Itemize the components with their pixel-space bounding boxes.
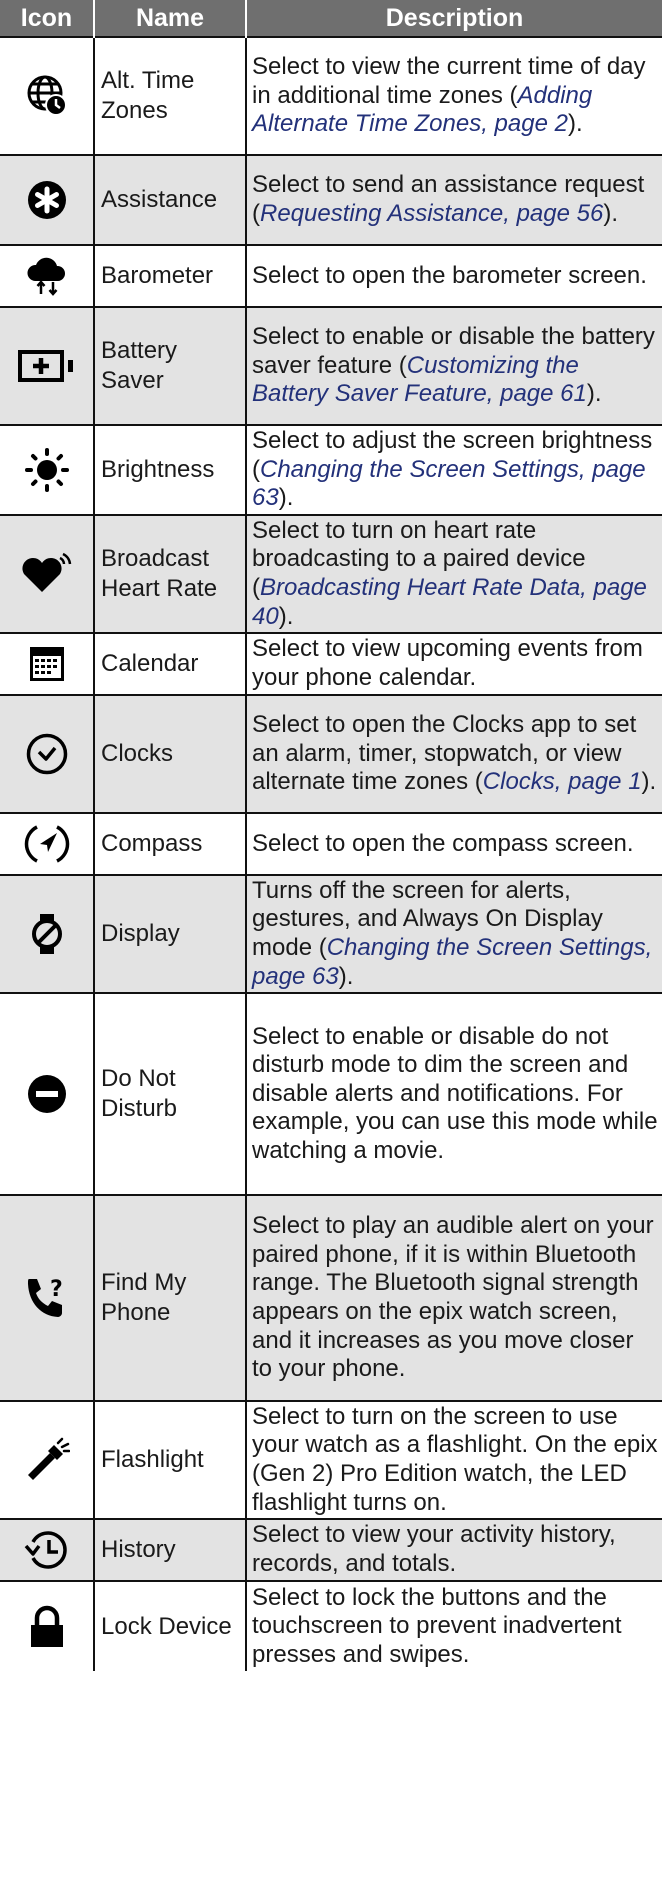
clock-icon <box>26 733 67 775</box>
icon-cell <box>0 244 95 307</box>
icon-cell <box>0 1580 95 1671</box>
lock-icon <box>30 1605 63 1647</box>
row-description: Select to open the Clocks app to set an … <box>246 694 662 813</box>
row-name: Find My Phone <box>94 1194 247 1401</box>
icon-cell <box>0 992 95 1195</box>
row-description: Select to enable or disable the battery … <box>246 306 662 425</box>
row-description: Select to lock the buttons and the touch… <box>246 1580 662 1671</box>
cross-reference-link[interactable]: Broadcasting Heart Rate Data, page 40 <box>252 574 647 630</box>
table-row: Barometer Select to open the barometer s… <box>0 244 662 307</box>
header-description: Description <box>246 0 662 37</box>
row-name: Do Not Disturb <box>94 992 247 1195</box>
row-description: Select to turn on the screen to use your… <box>246 1400 662 1519</box>
table-row: Lock Device Select to lock the buttons a… <box>0 1580 662 1671</box>
table-row: Flashlight Select to turn on the screen … <box>0 1400 662 1519</box>
icon-cell <box>0 424 95 515</box>
icon-cell: ? <box>0 1194 95 1401</box>
table-row: Compass Select to open the compass scree… <box>0 812 662 875</box>
row-name: Clocks <box>94 694 247 813</box>
globe-clock-icon <box>27 75 67 116</box>
cross-reference-link[interactable]: Clocks, page 1 <box>483 768 642 795</box>
row-name: History <box>94 1518 247 1581</box>
row-name: Battery Saver <box>94 306 247 425</box>
svg-text:?: ? <box>50 1277 63 1302</box>
barometer-icon <box>26 257 65 296</box>
do-not-disturb-icon <box>27 1075 66 1113</box>
table-row: Alt. Time Zones Select to view the curre… <box>0 36 662 155</box>
row-name: Lock Device <box>94 1580 247 1671</box>
row-name: Alt. Time Zones <box>94 36 247 155</box>
table-row: Clocks Select to open the Clocks app to … <box>0 694 662 813</box>
icon-cell <box>0 812 95 875</box>
controls-table: Icon Name Description Alt. Time Zones Se… <box>0 0 662 1671</box>
row-name: Flashlight <box>94 1400 247 1519</box>
display-off-icon <box>31 914 62 954</box>
table-row: Brightness Select to adjust the screen b… <box>0 424 662 515</box>
cross-reference-link[interactable]: Requesting Assistance, page 56 <box>260 200 603 227</box>
table-row: Broadcast Heart Rate Select to turn on h… <box>0 514 662 633</box>
row-description: Select to enable or disable do not distu… <box>246 992 662 1195</box>
icon-cell <box>0 1400 95 1519</box>
row-description: Select to open the compass screen. <box>246 812 662 875</box>
row-name: Broadcast Heart Rate <box>94 514 247 633</box>
find-phone-icon: ? <box>27 1277 63 1317</box>
row-name: Brightness <box>94 424 247 515</box>
row-description: Select to play an audible alert on your … <box>246 1194 662 1401</box>
row-description: Select to view the current time of day i… <box>246 36 662 155</box>
table-row: Battery Saver Select to enable or disabl… <box>0 306 662 425</box>
icon-cell <box>0 154 95 245</box>
brightness-icon <box>24 448 69 492</box>
header-name: Name <box>94 0 247 37</box>
table-row: Do Not Disturb Select to enable or disab… <box>0 992 662 1195</box>
calendar-icon <box>29 647 64 681</box>
row-name: Calendar <box>94 632 247 695</box>
row-description: Select to view your activity history, re… <box>246 1518 662 1581</box>
icon-cell <box>0 514 95 633</box>
assistance-icon <box>27 181 66 219</box>
row-description: Select to view upcoming events from your… <box>246 632 662 695</box>
table-header-row: Icon Name Description <box>0 0 662 37</box>
row-description: Select to turn on heart rate broadcastin… <box>246 514 662 633</box>
row-description: Turns off the screen for alerts, gesture… <box>246 874 662 993</box>
flashlight-icon <box>27 1437 70 1480</box>
table-row: Assistance Select to send an assistance … <box>0 154 662 245</box>
compass-icon <box>24 825 69 863</box>
table-row: History Select to view your activity his… <box>0 1518 662 1581</box>
row-description: Select to send an assistance request (Re… <box>246 154 662 245</box>
history-icon <box>24 1531 67 1569</box>
row-name: Barometer <box>94 244 247 307</box>
icon-cell <box>0 306 95 425</box>
row-description: Select to open the barometer screen. <box>246 244 662 307</box>
cross-reference-link[interactable]: Changing the Screen Settings, page 63 <box>252 456 646 512</box>
icon-cell <box>0 694 95 813</box>
icon-cell <box>0 874 95 993</box>
battery-saver-icon <box>17 350 73 382</box>
row-description: Select to adjust the screen brightness (… <box>246 424 662 515</box>
table-row: ? Find My Phone Select to play an audibl… <box>0 1194 662 1401</box>
icon-cell <box>0 1518 95 1581</box>
table-row: Calendar Select to view upcoming events … <box>0 632 662 695</box>
table-row: Display Turns off the screen for alerts,… <box>0 874 662 993</box>
icon-cell <box>0 36 95 155</box>
row-name: Compass <box>94 812 247 875</box>
heart-broadcast-icon <box>21 552 71 592</box>
header-icon: Icon <box>0 0 95 37</box>
row-name: Assistance <box>94 154 247 245</box>
row-name: Display <box>94 874 247 993</box>
icon-cell <box>0 632 95 695</box>
